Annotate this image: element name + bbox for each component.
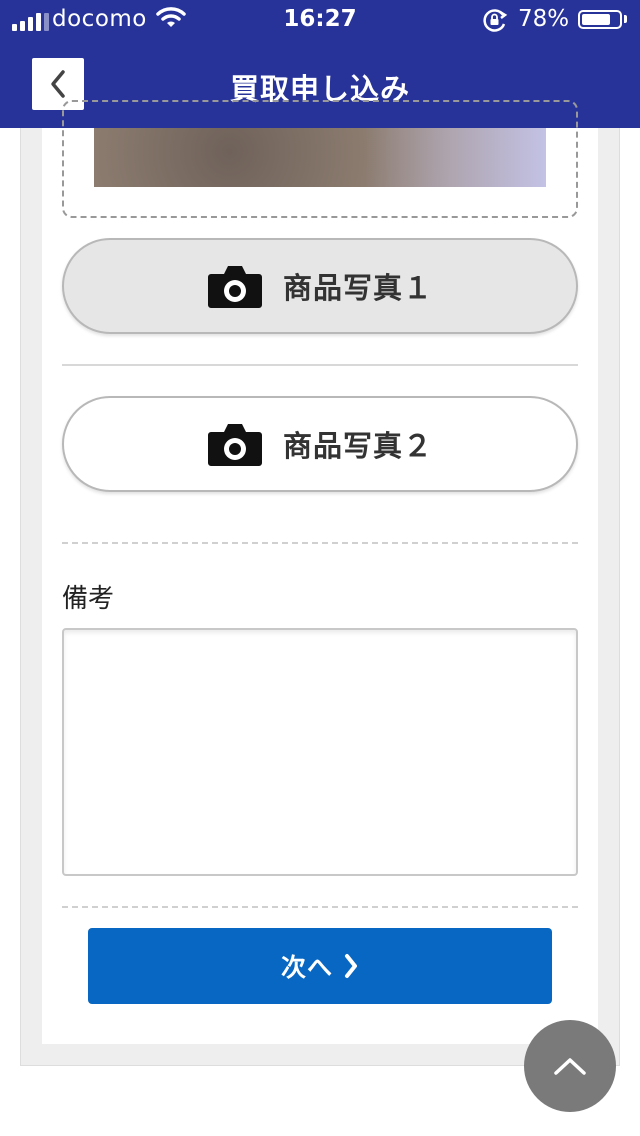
camera-icon <box>207 266 262 308</box>
notes-label: 備考 <box>62 584 115 614</box>
battery-percent: 78% <box>518 6 570 32</box>
product-photo-1-button[interactable]: 商品写真１ <box>62 238 578 334</box>
chevron-up-icon <box>554 1058 586 1075</box>
photo-preview-image <box>94 128 546 187</box>
divider <box>62 364 578 366</box>
battery-icon <box>578 10 622 29</box>
next-button[interactable]: 次へ <box>88 928 552 1004</box>
divider-dashed <box>62 906 578 908</box>
chevron-right-icon <box>345 954 357 978</box>
notes-textarea[interactable] <box>62 628 578 876</box>
status-bar: docomo 16:27 78% <box>0 0 640 40</box>
orientation-lock-icon <box>482 8 508 36</box>
product-photo-2-button[interactable]: 商品写真２ <box>62 396 578 492</box>
product-photo-1-label: 商品写真１ <box>282 271 433 305</box>
product-photo-2-label: 商品写真２ <box>282 429 433 463</box>
camera-icon <box>207 424 262 466</box>
scroll-to-top-button[interactable] <box>524 1020 616 1112</box>
divider-dashed <box>62 542 578 544</box>
battery-tip <box>624 15 627 23</box>
next-button-label: 次へ <box>280 953 333 982</box>
